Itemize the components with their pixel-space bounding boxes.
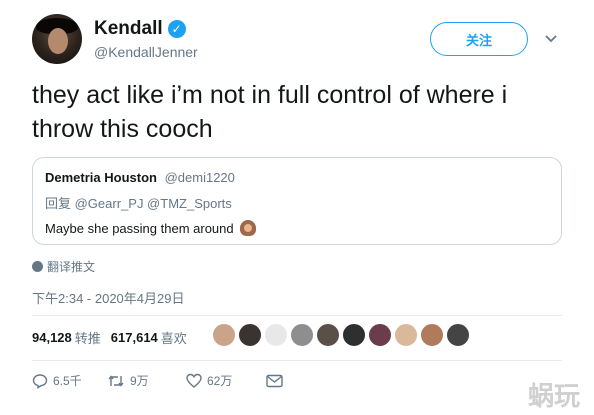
liker-avatar[interactable] — [342, 323, 366, 347]
retweets-label[interactable]: 转推 — [75, 328, 101, 347]
verified-badge-icon: ✓ — [167, 20, 186, 38]
author-avatar[interactable] — [32, 14, 82, 64]
liker-avatar[interactable] — [290, 323, 314, 347]
quoted-reply-line: 回复 @Gearr_PJ @TMZ_Sports — [45, 196, 232, 211]
divider — [32, 360, 562, 361]
chevron-down-icon[interactable] — [544, 32, 558, 46]
quoted-tweet-text-row: Maybe she passing them around — [45, 220, 256, 236]
envelope-icon — [266, 374, 283, 387]
liker-avatar[interactable] — [264, 323, 288, 347]
author-handle[interactable]: @KendallJenner — [94, 44, 198, 60]
reply-button[interactable]: 6.5千 — [32, 372, 107, 389]
liker-avatar[interactable] — [316, 323, 340, 347]
person-gesturing-emoji-icon — [239, 220, 256, 236]
avatar-face — [48, 28, 68, 54]
liker-avatars — [212, 323, 472, 347]
retweet-icon — [108, 374, 124, 387]
reply-count: 6.5千 — [53, 374, 82, 388]
tweet-actions: 6.5千 9万 62万 — [32, 372, 288, 389]
liker-avatar[interactable] — [394, 323, 418, 347]
follow-button[interactable]: 关注 — [430, 22, 528, 56]
liker-avatar[interactable] — [368, 323, 392, 347]
retweet-button[interactable]: 9万 — [107, 372, 186, 389]
translate-label[interactable]: 翻译推文 — [47, 258, 95, 275]
tweet-stats: 94,128 转推 617,614 喜欢 — [32, 328, 197, 347]
quoted-author-name: Demetria Houston — [45, 170, 157, 185]
author-name-row: Kendall ✓ — [94, 18, 186, 40]
tweet-header: Kendall ✓ @KendallJenner 关注 — [32, 14, 572, 66]
liker-avatar[interactable] — [212, 323, 236, 347]
quoted-author-handle: @demi1220 — [164, 170, 235, 185]
tweet-timestamp[interactable]: 下午2:34 - 2020年4月29日 — [32, 288, 184, 307]
watermark-logo: 蜗玩 — [528, 382, 581, 412]
author-display-name[interactable]: Kendall — [94, 18, 163, 40]
tweet-text: they act like i’m not in full control of… — [32, 81, 508, 143]
quoted-tweet-text: Maybe she passing them around — [45, 220, 234, 236]
liker-avatar[interactable] — [420, 323, 444, 347]
translate-tweet-link[interactable]: 翻译推文 — [32, 258, 95, 275]
reply-icon — [32, 373, 48, 389]
like-count: 62万 — [207, 374, 233, 388]
divider — [32, 315, 562, 316]
likes-label[interactable]: 喜欢 — [161, 328, 187, 347]
liker-avatar[interactable] — [446, 323, 470, 347]
likes-count[interactable]: 617,614 — [111, 330, 158, 345]
quoted-tweet[interactable]: Demetria Houston @demi1220 回复 @Gearr_PJ … — [32, 157, 562, 245]
liker-avatar[interactable] — [238, 323, 262, 347]
globe-icon — [32, 261, 43, 272]
retweets-count[interactable]: 94,128 — [32, 330, 72, 345]
direct-message-button[interactable] — [266, 374, 288, 388]
like-button[interactable]: 62万 — [186, 372, 266, 389]
retweet-count: 9万 — [130, 374, 149, 388]
heart-icon — [186, 373, 202, 388]
quoted-tweet-header: Demetria Houston @demi1220 — [45, 170, 235, 185]
